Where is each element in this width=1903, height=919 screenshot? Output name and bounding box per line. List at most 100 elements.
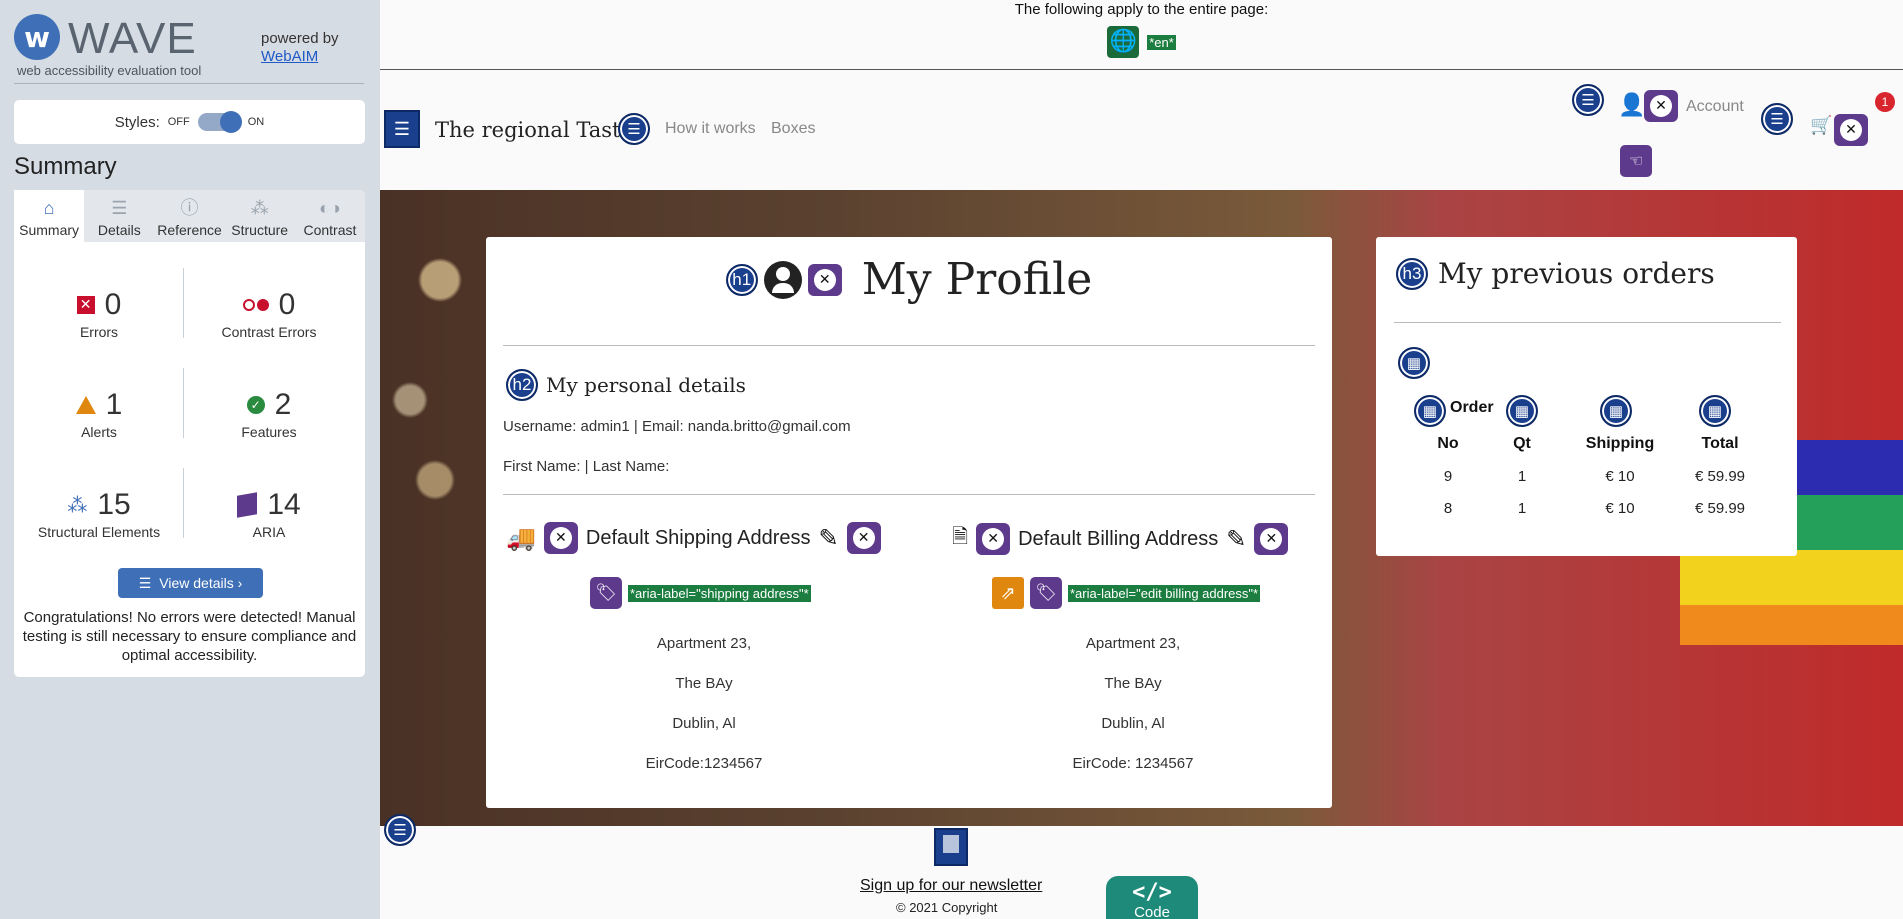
tab-label: Structure [231,222,289,238]
webaim-link[interactable]: WebAIM [261,48,339,66]
profile-card: h1 ✕ My Profile h2 My personal details U… [486,237,1332,808]
code-button[interactable]: </> Code [1106,876,1198,919]
rainbow-stripe [1680,550,1903,605]
site-brand[interactable]: The regional Taste [435,118,633,142]
aria-label-tag-icon[interactable]: 🏷 [590,577,622,609]
contrast-errors-label: Contrast Errors [221,324,317,340]
site-navbar: ☰ The regional Taste ☰ How it works Boxe… [380,70,1903,190]
contrast-error-icon [242,299,269,311]
sitemap-icon: ⁂ [250,198,269,218]
nav-how-it-works[interactable]: How it works [665,120,756,138]
aria-hidden-icon[interactable]: ✕ [807,263,842,296]
order-header: Order [1450,399,1494,416]
styles-on-label: ON [247,116,265,128]
shipping-address-line: The BAy [675,675,733,692]
summary-panel: ⌂ Summary ☰ Details ⓘ Reference ⁂ Struct… [14,190,365,677]
tab-contrast[interactable]: ◐◑ Contrast [295,190,365,242]
aria-hidden-icon[interactable]: ✕ [543,522,578,554]
h2-badge-icon[interactable]: h2 [506,369,538,401]
divider [1394,322,1781,323]
copyright: © 2021 Copyright [896,900,998,915]
divider [503,345,1315,346]
header-region-icon[interactable]: ☰ [384,110,420,148]
billing-address-line: The BAy [1104,675,1162,692]
stat-errors[interactable]: ✕ 0 Errors [14,288,184,340]
newsletter-link[interactable]: Sign up for our newsletter [860,877,1042,895]
list-region-icon[interactable]: ☰ [1761,103,1793,135]
billing-address-line: Dublin, Al [1101,715,1165,732]
code-icon: </> [1132,880,1172,905]
user-icon[interactable]: 👤 [1618,92,1645,118]
sidebar-divider [14,83,364,84]
table-header-icon[interactable]: ▦ [1414,395,1446,427]
aria-hidden-icon[interactable]: ✕ [1644,90,1678,122]
wave-subtitle: web accessibility evaluation tool [17,63,202,78]
globe-icon[interactable]: 🌐 [1107,26,1140,58]
cart-icon[interactable]: 🛒 [1810,115,1832,136]
tab-structure[interactable]: ⁂ Structure [225,190,295,242]
aria-hidden-icon[interactable]: ✕ [1834,114,1868,146]
congrats-message: Congratulations! No errors were detected… [22,609,357,664]
h3-badge-icon[interactable]: h3 [1396,257,1428,290]
order-cell: 1 [1517,468,1527,485]
user-icon [763,260,802,299]
stat-alerts[interactable]: 1 Alerts [14,388,184,440]
orders-heading-row: h3 My previous orders [1396,257,1715,290]
divider [503,494,1315,495]
edit-icon[interactable]: ✎ [818,524,838,553]
list-region-icon[interactable]: ☰ [618,113,650,145]
stat-structural[interactable]: ⁂ 15 Structural Elements [14,488,184,540]
tab-details[interactable]: ☰ Details [84,190,154,242]
aria-label: ARIA [252,524,286,540]
shipping-address-line: EirCode:1234567 [645,755,763,772]
error-icon: ✕ [76,296,95,314]
view-details-button[interactable]: ☰ View details › [118,568,263,598]
shipping-address-line: Dublin, Al [672,715,736,732]
aria-count: 14 [267,488,301,521]
info-icon: ⓘ [180,198,199,218]
personal-details-heading: My personal details [546,373,746,397]
edit-icon[interactable]: ✎ [1226,525,1246,554]
order-cell: € 59.99 [1694,500,1746,517]
footer-landmark-icon[interactable] [934,828,968,866]
table-header-icon[interactable]: ▦ [1506,395,1538,427]
styles-toggle[interactable] [197,111,242,133]
stat-aria[interactable]: 14 ARIA [184,488,354,540]
nav-boxes[interactable]: Boxes [771,120,815,138]
aria-hidden-icon[interactable]: ✕ [846,522,881,554]
tab-reference[interactable]: ⓘ Reference [154,190,224,242]
stat-features[interactable]: ✓ 2 Features [184,388,354,440]
order-cell: 9 [1443,468,1453,485]
aria-label-icon[interactable]: ☜ [1620,145,1652,177]
page-level-banner: The following apply to the entire page: … [380,0,1903,70]
truck-icon: 🚚 [506,524,536,552]
table-icon[interactable]: ▦ [1398,347,1430,379]
tab-summary[interactable]: ⌂ Summary [14,190,85,242]
aria-label-tag-icon[interactable]: 🏷 [1030,577,1062,609]
page-viewport: The following apply to the entire page: … [380,0,1903,919]
stat-contrast-errors[interactable]: 0 Contrast Errors [184,288,354,340]
wave-logo-icon: w [14,14,60,60]
footer-region-icon[interactable]: ☰ [384,814,416,846]
alert-icon [75,396,96,414]
name-info: First Name: | Last Name: [503,458,670,475]
aria-hidden-icon[interactable]: ✕ [1254,523,1289,555]
billing-address-line: Apartment 23, [1085,635,1181,652]
alert-link-icon[interactable]: ⇗ [992,577,1024,609]
table-header-icon[interactable]: ▦ [1699,395,1731,427]
column-header-shipping: Shipping [1585,435,1655,452]
aria-hidden-icon[interactable]: ✕ [976,523,1011,555]
lang-tag: *en* [1147,34,1176,50]
h1-badge-icon[interactable]: h1 [725,263,758,296]
contrast-icon: ◐◑ [319,198,341,218]
account-link[interactable]: Account [1686,98,1744,116]
page-title: My Profile [861,254,1093,305]
column-header-no: No [1437,435,1459,452]
order-cell: € 10 [1605,500,1635,517]
table-header-icon[interactable]: ▦ [1600,395,1632,427]
order-cell: € 10 [1605,468,1635,485]
tab-label: Contrast [303,222,357,238]
list-region-icon[interactable]: ☰ [1572,84,1604,116]
home-icon: ⌂ [43,198,55,218]
view-details-label: View details › [159,575,243,591]
